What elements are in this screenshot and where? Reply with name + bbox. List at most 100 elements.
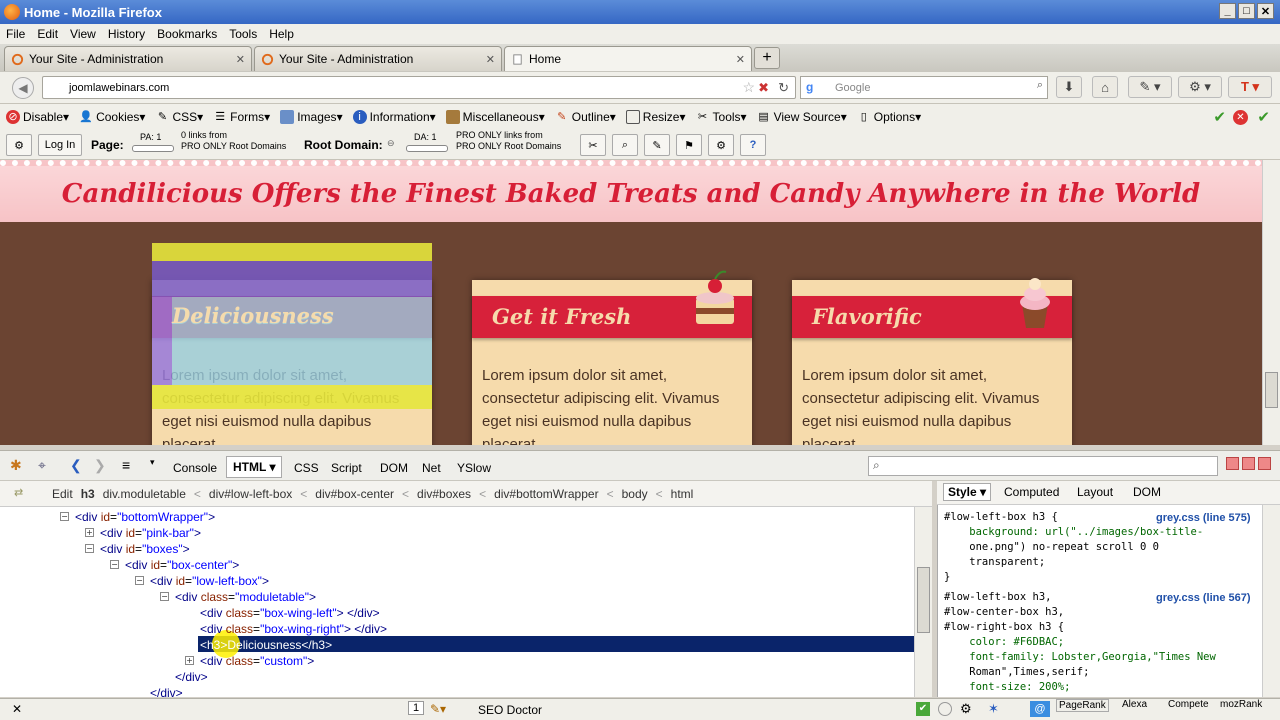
search-icon[interactable]: ⌕	[1037, 79, 1043, 92]
forward-arrow-icon[interactable]: ❯	[94, 457, 106, 474]
firebug-search-input[interactable]: ⌕	[868, 456, 1218, 476]
collapse-node-icon[interactable]: −	[160, 592, 169, 601]
wd-outline[interactable]: ✎ Outline ▾	[555, 110, 616, 124]
settings-status-icon[interactable]: ⚙	[960, 701, 972, 717]
stop-icon[interactable]: ✖	[758, 80, 769, 96]
back-arrow-icon[interactable]: ❮	[70, 457, 82, 474]
side-tab-dom[interactable]: DOM	[1133, 485, 1161, 499]
wd-miscellaneous[interactable]: Miscellaneous ▾	[445, 110, 545, 124]
tree-node[interactable]: <div class="box-wing-right"> </div>	[200, 621, 387, 637]
tree-node[interactable]: <div id="box-center">	[125, 557, 239, 573]
css-line[interactable]: one.png") no-repeat scroll 0 0	[944, 540, 1159, 554]
tree-node[interactable]: <div id="bottomWrapper">	[75, 509, 215, 525]
menu-file[interactable]: File	[0, 27, 31, 41]
check-status-icon[interactable]: ✔	[916, 702, 930, 716]
download-icon[interactable]: ⬇	[1056, 76, 1082, 98]
css-line[interactable]: transparent;	[944, 555, 1045, 569]
help-icon[interactable]: ?	[740, 134, 766, 156]
menu-edit[interactable]: Edit	[31, 27, 64, 41]
wd-images[interactable]: Images ▾	[280, 110, 343, 124]
dropdown-icon[interactable]: ▾	[150, 457, 155, 468]
collapse-node-icon[interactable]: −	[110, 560, 119, 569]
minimize-button[interactable]: _	[1219, 3, 1236, 19]
fb-tab-console[interactable]: Console	[173, 461, 217, 475]
close-tab-icon[interactable]: ✕	[736, 53, 745, 66]
expand-node-icon[interactable]: +	[85, 528, 94, 537]
seo-doctor-label[interactable]: SEO Doctor	[478, 703, 542, 717]
menu-tools[interactable]: Tools	[223, 27, 263, 41]
fb-tab-script[interactable]: Script	[331, 461, 362, 475]
at-icon[interactable]: @	[1030, 701, 1050, 717]
css-line[interactable]: #low-right-box h3 {	[944, 620, 1064, 634]
page-number[interactable]: 1	[408, 701, 425, 715]
wd-information[interactable]: i Information ▾	[352, 110, 436, 124]
css-line[interactable]: color: #F6DBAC;	[944, 635, 1064, 649]
search-bar[interactable]: g Google ⌕	[800, 76, 1048, 99]
tree-node[interactable]: <div class="moduletable">	[175, 589, 316, 605]
inspect-icon[interactable]: ⌖	[38, 457, 46, 474]
crumb-h3[interactable]: h3	[81, 487, 95, 501]
side-tab-style[interactable]: Style ▾	[943, 483, 992, 501]
fb-minimize-button[interactable]	[1226, 457, 1239, 470]
close-tab-icon[interactable]: ✕	[236, 53, 245, 66]
close-window-button[interactable]: ✕	[1257, 3, 1274, 19]
tab-admin-2[interactable]: Your Site - Administration ✕	[254, 46, 502, 71]
close-tab-icon[interactable]: ✕	[486, 53, 495, 66]
reload-icon[interactable]: ↻	[778, 80, 789, 96]
list-icon[interactable]: ≡	[122, 457, 130, 473]
crumb-box-center[interactable]: div#box-center	[315, 487, 394, 501]
mozrank-label[interactable]: mozRank	[1220, 699, 1262, 710]
wd-tools[interactable]: ✂ Tools ▾	[696, 110, 747, 124]
fb-tab-dom[interactable]: DOM	[380, 461, 408, 475]
css-line[interactable]: #low-left-box h3 {	[944, 510, 1058, 524]
expand-node-icon[interactable]: +	[185, 656, 194, 665]
maximize-button[interactable]: □	[1238, 3, 1255, 19]
new-tab-button[interactable]: +	[754, 47, 780, 69]
wd-options[interactable]: ▯ Options ▾	[857, 110, 921, 124]
url-bar[interactable]: joomlawebinars.com ☆ ✖ ↻	[42, 76, 796, 99]
t-addon-icon[interactable]: T ▾	[1228, 76, 1272, 98]
side-tab-computed[interactable]: Computed	[1004, 485, 1059, 499]
fb-tab-yslow[interactable]: YSlow	[457, 461, 491, 475]
fb-tab-css[interactable]: CSS	[294, 461, 319, 475]
circle-status-icon[interactable]	[938, 702, 952, 716]
crumb-boxes[interactable]: div#boxes	[417, 487, 471, 501]
fb-detach-button[interactable]	[1242, 457, 1255, 470]
settings-icon[interactable]: ⚙	[708, 134, 734, 156]
doctor-icon[interactable]: ✎▾	[430, 702, 446, 716]
css-line[interactable]: background: url("../images/box-title-	[944, 525, 1203, 539]
page-scrollbar[interactable]	[1262, 160, 1280, 445]
menu-help[interactable]: Help	[263, 27, 300, 41]
tools-icon[interactable]: ✂	[580, 134, 606, 156]
css-source-link-2[interactable]: grey.css (line 567)	[1156, 592, 1251, 604]
css-source-link-1[interactable]: grey.css (line 575)	[1156, 512, 1251, 524]
css-line[interactable]: font-family: Lobster,Georgia,"Times New	[944, 650, 1216, 664]
style-panel-scrollbar[interactable]	[1262, 505, 1280, 697]
flag-icon[interactable]: ⚑	[676, 134, 702, 156]
tree-node-selected[interactable]: <h3>Deliciousness</h3>	[200, 637, 332, 653]
close-firebug-icon[interactable]: ✕	[12, 702, 22, 716]
css-line[interactable]: font-size: 200%;	[944, 680, 1070, 694]
css-line[interactable]: #low-left-box h3,	[944, 590, 1051, 604]
addon-status-icon[interactable]: ✶	[988, 701, 999, 717]
crumb-body[interactable]: body	[622, 487, 648, 501]
search-icon[interactable]: ⌕	[612, 134, 638, 156]
tree-node[interactable]: <div id="pink-bar">	[100, 525, 201, 541]
crumb-moduletable[interactable]: div.moduletable	[103, 487, 186, 501]
valid-icon[interactable]: ✔	[1257, 108, 1270, 126]
crumb-html[interactable]: html	[671, 487, 694, 501]
pagerank-label[interactable]: PageRank	[1056, 699, 1109, 712]
tree-node[interactable]: <div class="custom">	[200, 653, 314, 669]
collapse-node-icon[interactable]: −	[60, 512, 69, 521]
collapse-node-icon[interactable]: −	[135, 576, 144, 585]
scroll-thumb[interactable]	[1265, 372, 1278, 408]
scroll-thumb[interactable]	[917, 567, 930, 633]
crumb-bottomwrapper[interactable]: div#bottomWrapper	[494, 487, 599, 501]
compete-label[interactable]: Compete	[1168, 699, 1209, 710]
checkmark-icon[interactable]: ✔	[1213, 108, 1226, 126]
bookmark-star-icon[interactable]: ☆	[742, 79, 755, 96]
wd-forms[interactable]: ☰ Forms ▾	[213, 110, 270, 124]
menu-bookmarks[interactable]: Bookmarks	[151, 27, 223, 41]
gear-icon[interactable]: ⚙ ▾	[1178, 76, 1222, 98]
mozbar-gear-icon[interactable]: ⚙	[6, 134, 32, 156]
